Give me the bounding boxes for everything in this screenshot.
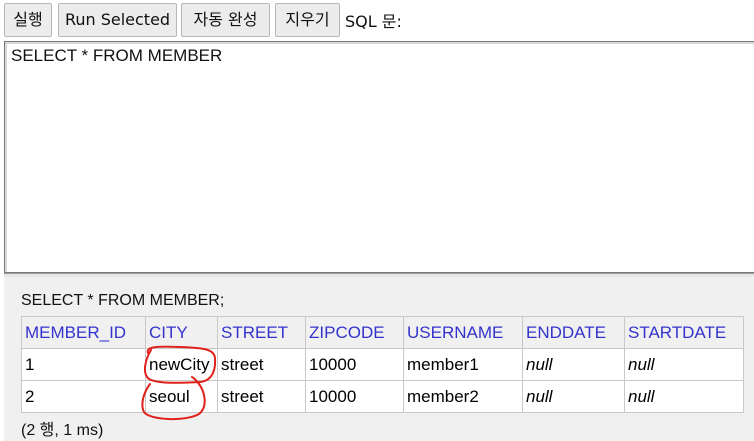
cell-city: newCity: [145, 348, 218, 381]
cell-member-id: 2: [21, 380, 146, 413]
autocomplete-button[interactable]: 자동 완성: [181, 3, 270, 37]
cell-street: street: [217, 348, 306, 381]
cell-startdate: null: [624, 380, 744, 413]
run-selected-button[interactable]: Run Selected: [58, 3, 177, 37]
cell-startdate: null: [624, 348, 744, 381]
column-header-street[interactable]: STREET: [217, 316, 306, 349]
column-header-member-id[interactable]: MEMBER_ID: [21, 316, 146, 349]
column-header-username[interactable]: USERNAME: [403, 316, 523, 349]
result-summary: (2 행, 1 ms): [21, 422, 104, 439]
results-panel: SELECT * FROM MEMBER; MEMBER_ID CITY STR…: [4, 277, 754, 441]
cell-city: seoul: [145, 380, 218, 413]
cell-zipcode: 10000: [305, 380, 404, 413]
run-button[interactable]: 실행: [4, 3, 52, 37]
sql-statement-label: SQL 문:: [345, 12, 402, 31]
cell-username: member1: [403, 348, 523, 381]
toolbar: 실행 Run Selected 자동 완성 지우기 SQL 문:: [0, 0, 754, 40]
column-header-city[interactable]: CITY: [145, 316, 218, 349]
cell-zipcode: 10000: [305, 348, 404, 381]
cell-enddate: null: [522, 380, 625, 413]
sql-editor[interactable]: SELECT * FROM MEMBER: [4, 41, 754, 273]
table-header-row: MEMBER_ID CITY STREET ZIPCODE USERNAME E…: [21, 316, 744, 349]
column-header-startdate[interactable]: STARTDATE: [624, 316, 744, 349]
results-table: MEMBER_ID CITY STREET ZIPCODE USERNAME E…: [21, 316, 744, 413]
table-row: 2 seoul street 10000 member2 null null: [21, 380, 744, 413]
cell-username: member2: [403, 380, 523, 413]
sql-editor-text[interactable]: SELECT * FROM MEMBER: [11, 46, 222, 66]
clear-button[interactable]: 지우기: [275, 3, 340, 37]
cell-enddate: null: [522, 348, 625, 381]
column-header-zipcode[interactable]: ZIPCODE: [305, 316, 404, 349]
cell-member-id: 1: [21, 348, 146, 381]
cell-street: street: [217, 380, 306, 413]
executed-query: SELECT * FROM MEMBER;: [21, 292, 225, 309]
table-row: 1 newCity street 10000 member1 null null: [21, 348, 744, 381]
column-header-enddate[interactable]: ENDDATE: [522, 316, 625, 349]
